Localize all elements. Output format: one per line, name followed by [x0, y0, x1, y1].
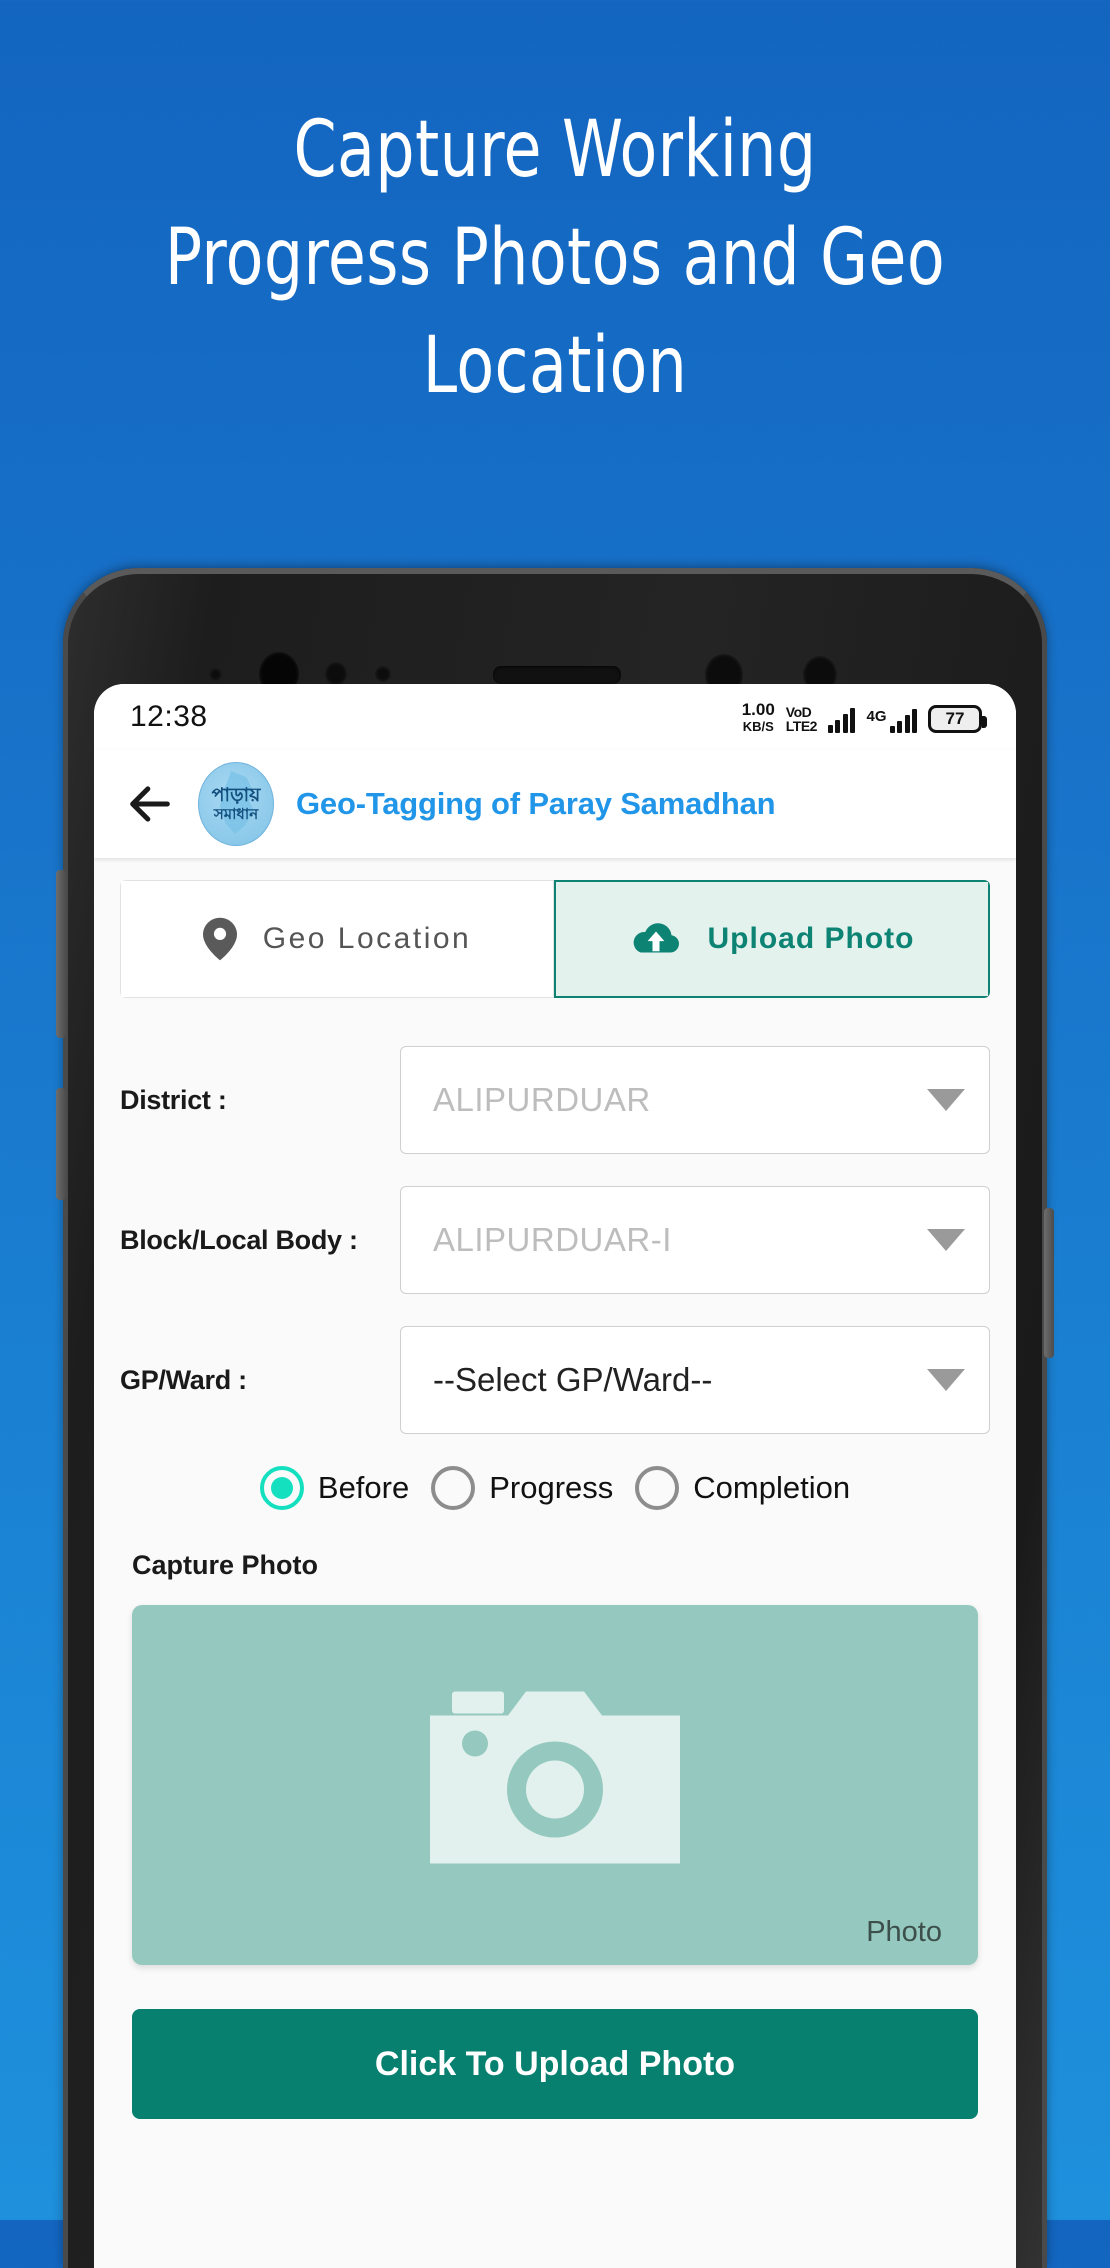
- mode-tabs: Geo Location Upload Photo: [120, 880, 990, 998]
- radio-before-indicator: [259, 1466, 304, 1510]
- status-clock: 12:38: [130, 700, 208, 733]
- radio-before[interactable]: Before: [259, 1466, 410, 1510]
- radio-completion[interactable]: Completion: [635, 1466, 850, 1510]
- phone-mockup: 12:38 1.00 KB/S VoD LTE2 4G 77 পাড়ায় স…: [56, 568, 1054, 2268]
- logo-text-line-2: সমাধান: [213, 806, 259, 823]
- network-speed-indicator: 1.00 KB/S: [742, 701, 775, 733]
- camera-icon: [430, 1691, 680, 1864]
- photo-placeholder-tag: Photo: [866, 1916, 942, 1948]
- light-sensor-icon: [209, 668, 222, 681]
- field-row-gpward: GP/Ward : --Select GP/Ward--: [120, 1326, 990, 1434]
- field-row-district: District : ALIPURDUAR: [120, 1046, 990, 1154]
- radio-progress[interactable]: Progress: [431, 1466, 613, 1510]
- radio-progress-indicator: [431, 1466, 476, 1510]
- signal-bars-sim1-icon: [827, 707, 856, 733]
- page-title: Geo-Tagging of Paray Samadhan: [296, 786, 776, 821]
- back-arrow-icon[interactable]: [124, 778, 176, 830]
- app-header: পাড়ায় সমাধান Geo-Tagging of Paray Sama…: [94, 750, 1016, 858]
- field-row-block: Block/Local Body : ALIPURDUAR-I: [120, 1186, 990, 1294]
- block-select[interactable]: ALIPURDUAR-I: [400, 1186, 990, 1294]
- volume-down-button[interactable]: [56, 1088, 66, 1200]
- radio-completion-label: Completion: [693, 1470, 851, 1505]
- signal-bars-sim2-icon: [889, 707, 917, 733]
- radio-completion-indicator: [635, 1466, 680, 1510]
- hero-line-1: Capture Working: [293, 105, 817, 195]
- battery-level: 77: [945, 709, 965, 728]
- volume-up-button[interactable]: [56, 870, 66, 1038]
- district-value: ALIPURDUAR: [433, 1081, 651, 1118]
- earpiece-speaker: [493, 666, 621, 684]
- mobile-data-icon: 4G: [866, 707, 917, 733]
- tab-geo-location[interactable]: Geo Location: [120, 880, 554, 998]
- chevron-down-icon: [927, 1369, 965, 1391]
- phone-screen: 12:38 1.00 KB/S VoD LTE2 4G 77 পাড়ায় স…: [94, 684, 1016, 2268]
- photo-placeholder[interactable]: Photo: [132, 1605, 978, 1965]
- battery-icon: 77: [928, 705, 987, 733]
- gpward-label: GP/Ward :: [120, 1364, 247, 1395]
- proximity-sensor-icon: [325, 662, 347, 686]
- chevron-down-icon: [927, 1089, 965, 1111]
- block-value: ALIPURDUAR-I: [433, 1221, 672, 1258]
- hero-line-3: Location: [422, 321, 688, 411]
- click-to-upload-photo-button[interactable]: Click To Upload Photo: [132, 2009, 978, 2119]
- screen-content: Geo Location Upload Photo District : ALI…: [94, 858, 1016, 2268]
- gpward-select[interactable]: --Select GP/Ward--: [400, 1326, 990, 1434]
- tab-geo-location-label: Geo Location: [262, 922, 472, 955]
- cloud-upload-icon: [633, 923, 679, 953]
- volte-icon: VoD LTE2: [785, 704, 818, 734]
- logo-text-line-1: পাড়ায়: [211, 785, 261, 806]
- hero-heading: Capture Working Progress Photos and Geo …: [0, 96, 1110, 420]
- ir-sensor-icon: [375, 666, 391, 682]
- power-button[interactable]: [1044, 1208, 1054, 1358]
- block-label: Block/Local Body :: [120, 1224, 358, 1255]
- status-bar: 12:38 1.00 KB/S VoD LTE2 4G 77: [94, 684, 1016, 750]
- hero-line-2: Progress Photos and Geo: [164, 213, 946, 303]
- tab-upload-photo[interactable]: Upload Photo: [554, 880, 990, 998]
- network-speed-value: 1.00: [741, 700, 775, 719]
- volte-line-2: LTE2: [785, 718, 818, 734]
- network-speed-unit: KB/S: [742, 719, 774, 734]
- tab-upload-photo-label: Upload Photo: [707, 922, 915, 955]
- radio-progress-label: Progress: [489, 1470, 614, 1505]
- app-logo: পাড়ায় সমাধান: [198, 762, 274, 846]
- chevron-down-icon: [927, 1229, 965, 1251]
- district-label: District :: [120, 1084, 227, 1115]
- capture-photo-label: Capture Photo: [132, 1550, 318, 1580]
- district-select[interactable]: ALIPURDUAR: [400, 1046, 990, 1154]
- stage-radio-group: Before Progress Completion: [120, 1466, 990, 1510]
- map-pin-icon: [202, 917, 237, 961]
- radio-before-label: Before: [317, 1470, 410, 1505]
- gpward-value: --Select GP/Ward--: [433, 1361, 713, 1398]
- network-type-label: 4G: [866, 708, 887, 725]
- volte-line-1: VoD: [785, 704, 812, 720]
